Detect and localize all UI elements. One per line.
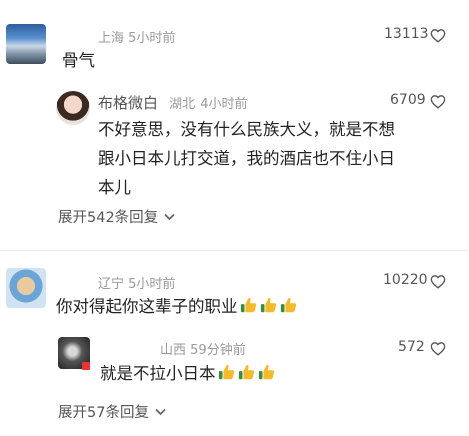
avatar[interactable] bbox=[6, 24, 46, 64]
thumbs-up-emoji-group bbox=[240, 296, 298, 314]
thumbs-up-emoji bbox=[238, 364, 254, 380]
reply-text-content: 就是不拉小日本 bbox=[100, 364, 216, 383]
reply-text: 就是不拉小日本 bbox=[100, 359, 276, 388]
comment-text: 你对得起你这辈子的职业 bbox=[56, 292, 298, 321]
heart-outline-icon[interactable] bbox=[430, 341, 446, 356]
timestamp: 59分钟前 bbox=[190, 343, 246, 358]
thumbs-up-emoji-group bbox=[218, 363, 276, 381]
thumbs-up-emoji bbox=[258, 364, 274, 380]
like-count: 572 bbox=[398, 339, 425, 355]
reply-header: 山西 59分钟前 bbox=[160, 339, 246, 358]
location-text: 湖北 bbox=[169, 97, 196, 112]
reply-text: 不好意思，没有什么民族大义，就是不想 跟小日本儿打交道，我的酒店也不住小日 本儿 bbox=[98, 115, 468, 202]
reply-text-line: 不好意思，没有什么民族大义，就是不想 bbox=[98, 120, 395, 139]
timestamp: 5小时前 bbox=[128, 277, 176, 292]
comment-location-time: 辽宁 5小时前 bbox=[98, 273, 175, 292]
location-text: 山西 bbox=[160, 343, 187, 358]
reply-text-line: 本儿 bbox=[98, 178, 131, 197]
timestamp: 4小时前 bbox=[200, 97, 248, 112]
thumbs-up-emoji bbox=[260, 297, 276, 313]
like-count: 13113 bbox=[384, 26, 429, 42]
like-count: 10220 bbox=[383, 272, 428, 288]
avatar[interactable] bbox=[6, 268, 46, 308]
chevron-down-icon bbox=[155, 408, 166, 415]
reply-username[interactable]: 布格微白 bbox=[98, 94, 158, 112]
reply-header: 布格微白 湖北 4小时前 bbox=[98, 92, 248, 113]
expand-replies-label: 展开57条回复 bbox=[58, 405, 149, 421]
heart-outline-icon[interactable] bbox=[430, 274, 446, 289]
like-count: 6709 bbox=[390, 92, 426, 108]
location-text: 上海 bbox=[98, 31, 125, 46]
avatar-badge bbox=[82, 362, 90, 370]
thumbs-up-emoji bbox=[280, 297, 296, 313]
expand-replies-label: 展开542条回复 bbox=[58, 210, 159, 226]
comment-text: 骨气 bbox=[62, 51, 95, 70]
divider bbox=[0, 250, 469, 251]
expand-replies-button[interactable]: 展开542条回复 bbox=[58, 206, 175, 227]
heart-outline-icon[interactable] bbox=[430, 94, 446, 109]
expand-replies-button[interactable]: 展开57条回复 bbox=[58, 401, 166, 422]
heart-outline-icon[interactable] bbox=[430, 28, 446, 43]
chevron-down-icon bbox=[164, 213, 175, 220]
comment-location-time: 上海 5小时前 bbox=[98, 27, 175, 46]
comment-text-content: 你对得起你这辈子的职业 bbox=[56, 297, 238, 316]
location-text: 辽宁 bbox=[98, 277, 125, 292]
reply-avatar[interactable] bbox=[56, 91, 90, 125]
timestamp: 5小时前 bbox=[128, 31, 176, 46]
thumbs-up-emoji bbox=[218, 364, 234, 380]
reply-text-line: 跟小日本儿打交道，我的酒店也不住小日 bbox=[98, 149, 395, 168]
thumbs-up-emoji bbox=[240, 297, 256, 313]
